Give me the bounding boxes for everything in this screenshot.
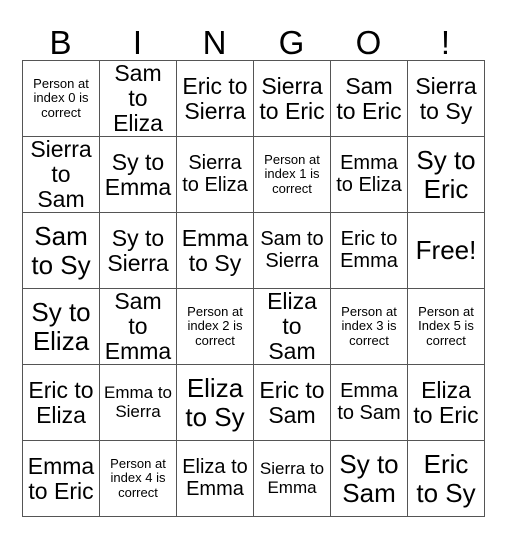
bingo-cell-label: Eric to Sy	[416, 449, 476, 508]
bingo-cell[interactable]: Person at index 1 is correct	[254, 137, 331, 213]
bingo-cell[interactable]: Emma to Eric	[23, 441, 100, 517]
bingo-cell-label: Sam to Sierra	[260, 227, 324, 272]
bingo-cell-label: Eliza to Sam	[267, 289, 317, 364]
bingo-cell[interactable]: Eliza to Emma	[177, 441, 254, 517]
bingo-cell-label: Emma to Eliza	[336, 151, 402, 196]
bingo-cell[interactable]: Eliza to Sy	[177, 365, 254, 441]
bingo-cell[interactable]: Sierra to Eliza	[177, 137, 254, 213]
bingo-cell-label: Emma to Sierra	[103, 383, 173, 421]
bingo-cell-label: Emma to Sy	[181, 224, 249, 276]
bingo-cell-label: Sy to Eric	[416, 145, 476, 204]
bingo-cell[interactable]: Sam to Emma	[100, 289, 177, 365]
bingo-cell[interactable]: Eric to Emma	[331, 213, 408, 289]
bingo-cell[interactable]: Sierra to Sam	[23, 137, 100, 213]
bingo-cell[interactable]: Eliza to Sam	[254, 289, 331, 365]
bingo-cell-label: Eric to Sierra	[182, 72, 248, 124]
bingo-cell-label: Emma to Eric	[27, 452, 95, 504]
bingo-header-row: B I N G O!	[22, 14, 484, 60]
bingo-cell-label: Person at index 2 is correct	[187, 304, 243, 348]
bingo-cell[interactable]: Sy to Eliza	[23, 289, 100, 365]
bingo-cell-label: Person at index 3 is correct	[341, 304, 397, 348]
bingo-cell[interactable]: Sy to Sam	[331, 441, 408, 517]
bingo-cell[interactable]: Sierra to Emma	[254, 441, 331, 517]
bingo-grid: Person at index 0 is correct Sam to Eliza…	[22, 60, 485, 517]
bingo-cell-label: Sy to Eliza	[31, 297, 91, 356]
bingo-cell[interactable]: Eliza to Eric	[408, 365, 485, 441]
bingo-cell[interactable]: Sy to Eric	[408, 137, 485, 213]
bingo-card: B I N G O! Person at index 0 is correct Sam t…	[22, 14, 485, 517]
bingo-cell[interactable]: Eric to Sierra	[177, 61, 254, 137]
bingo-cell-label: Sierra to Sam	[30, 137, 92, 212]
bingo-cell-label: Eliza to Emma	[182, 455, 248, 500]
bingo-cell-label: Eric to Sam	[259, 376, 325, 428]
bingo-cell[interactable]: Sam to Eliza	[100, 61, 177, 137]
bingo-header-letter-4: O	[355, 24, 382, 61]
bingo-cell-label: Sam to Sy	[31, 221, 91, 280]
bingo-cell[interactable]: Sierra to Eric	[254, 61, 331, 137]
bingo-cell[interactable]: Person at index 2 is correct	[177, 289, 254, 365]
bingo-cell[interactable]: Emma to Eliza	[331, 137, 408, 213]
bingo-cell[interactable]: Sy to Emma	[100, 137, 177, 213]
bingo-cell-label: Sierra to Sy	[415, 72, 477, 124]
bingo-header-letter-1: I	[132, 24, 143, 61]
bingo-cell[interactable]: Sam to Sierra	[254, 213, 331, 289]
bingo-cell[interactable]: Eric to Sy	[408, 441, 485, 517]
bingo-cell-label: Sam to Emma	[104, 289, 172, 364]
bingo-cell[interactable]: Person at index 3 is correct	[331, 289, 408, 365]
bingo-cell[interactable]: Person at index 0 is correct	[23, 61, 100, 137]
bingo-cell-label: Free!	[415, 235, 477, 266]
bingo-cell-label: Sierra to Emma	[259, 459, 325, 497]
bingo-cell-label: Sierra to Eric	[259, 72, 325, 124]
bingo-cell-label: Eliza to Eric	[413, 376, 479, 428]
bingo-cell[interactable]: Emma to Sy	[177, 213, 254, 289]
bingo-cell-label: Sy to Sierra	[107, 224, 169, 276]
bingo-cell[interactable]: Person at Index 5 is correct	[408, 289, 485, 365]
bingo-cell[interactable]: Emma to Sierra	[100, 365, 177, 441]
bingo-cell[interactable]: Emma to Sam	[331, 365, 408, 441]
bingo-cell-label: Person at index 0 is correct	[33, 76, 89, 120]
bingo-cell[interactable]: Sierra to Sy	[408, 61, 485, 137]
bingo-cell[interactable]: Eric to Sam	[254, 365, 331, 441]
bingo-cell-label: Sierra to Eliza	[182, 151, 248, 196]
bingo-header-letter-2: N	[202, 24, 227, 61]
bingo-cell[interactable]: Eric to Eliza	[23, 365, 100, 441]
bingo-cell-label: Person at index 1 is correct	[264, 152, 320, 196]
bingo-cell-label: Sy to Sam	[339, 449, 399, 508]
bingo-cell[interactable]: Sam to Eric	[331, 61, 408, 137]
bingo-cell-label: Sy to Emma	[104, 148, 172, 200]
bingo-cell-label: Eric to Eliza	[28, 376, 94, 428]
bingo-header-letter-3: G	[278, 24, 305, 61]
bingo-cell-label: Person at Index 5 is correct	[418, 304, 474, 348]
bingo-cell-label: Eliza to Sy	[185, 373, 245, 432]
bingo-cell[interactable]: Sam to Sy	[23, 213, 100, 289]
bingo-cell-label: Sam to Eric	[336, 72, 402, 124]
bingo-header-letter-5: !	[440, 24, 451, 61]
bingo-cell-label: Person at index 4 is correct	[110, 456, 166, 500]
bingo-cell[interactable]: Sy to Sierra	[100, 213, 177, 289]
bingo-cell[interactable]: Person at index 4 is correct	[100, 441, 177, 517]
bingo-cell-label: Emma to Sam	[337, 379, 401, 424]
bingo-cell-free[interactable]: Free!	[408, 213, 485, 289]
bingo-cell-label: Eric to Emma	[340, 227, 398, 272]
bingo-cell-label: Sam to Eliza	[113, 61, 163, 136]
bingo-header-letter-0: B	[49, 24, 72, 61]
